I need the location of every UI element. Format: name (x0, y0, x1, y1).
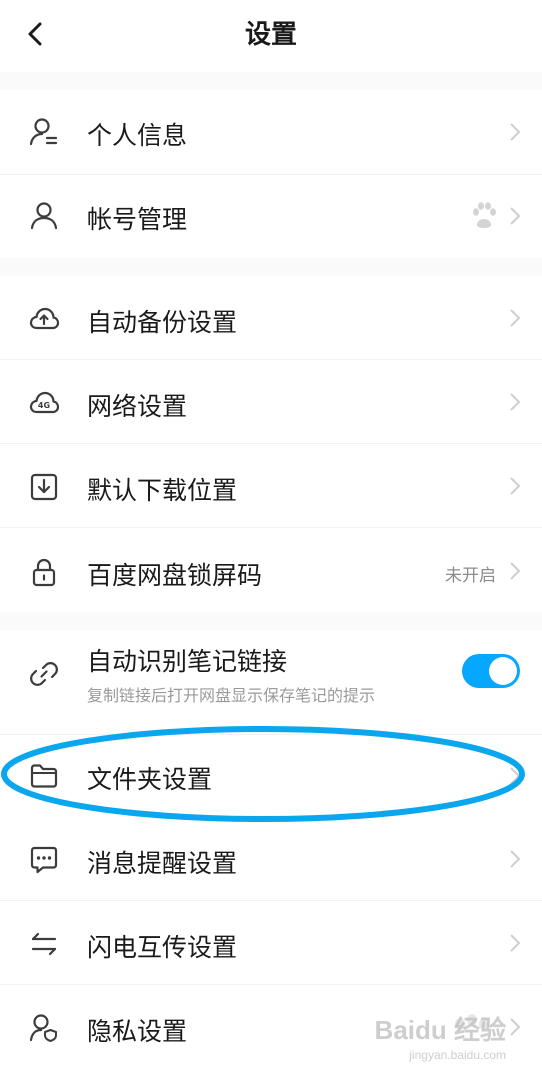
lock-screen-label: 百度网盘锁屏码 (87, 562, 263, 590)
auto-backup-label: 自动备份设置 (87, 309, 238, 337)
account-label: 帐号管理 (87, 206, 188, 234)
chevron-right-icon (510, 123, 521, 141)
link-icon (30, 662, 58, 686)
person-icon (30, 202, 58, 230)
download-location-row[interactable]: 默认下载位置 (0, 444, 542, 528)
chevron-right-icon (510, 393, 521, 411)
cloud-upload-icon (29, 307, 60, 330)
page-title: 设置 (244, 19, 297, 49)
privacy-label: 隐私设置 (87, 1018, 188, 1046)
toggle-knob (489, 657, 517, 685)
note-links-row: 自动识别笔记链接 复制链接后打开网盘显示保存笔记的提示 (0, 630, 542, 714)
auto-backup-row[interactable]: 自动备份设置 (0, 276, 542, 360)
chevron-right-icon (510, 934, 521, 952)
chevron-right-icon (510, 767, 521, 785)
lock-icon (32, 558, 56, 587)
chevron-right-icon (510, 309, 521, 327)
message-icon (30, 846, 58, 874)
lock-screen-row[interactable]: 百度网盘锁屏码 未开启 (0, 528, 542, 612)
messages-label: 消息提醒设置 (87, 850, 238, 878)
lock-screen-status: 未开启 (445, 566, 496, 585)
account-row[interactable]: 帐号管理 (0, 175, 542, 258)
flash-transfer-row[interactable]: 闪电互传设置 (0, 901, 542, 985)
svg-text:4G: 4G (38, 401, 50, 410)
personal-info-row[interactable]: 个人信息 (0, 90, 542, 175)
person-info-icon (29, 118, 58, 146)
cloud-4g-icon: 4G (29, 391, 60, 414)
personal-info-label: 个人信息 (87, 122, 188, 150)
transfer-arrows-icon (31, 932, 57, 956)
section-gap (0, 612, 542, 630)
chevron-right-icon (510, 850, 521, 868)
chevron-right-icon (510, 562, 521, 580)
download-icon (30, 473, 58, 501)
watermark-text: Baidu 经验 (374, 1015, 506, 1045)
folder-row[interactable]: 文件夹设置 (0, 734, 542, 818)
network-row[interactable]: 4G 网络设置 (0, 360, 542, 444)
section-gap (0, 258, 542, 276)
privacy-person-icon (29, 1014, 57, 1042)
watermark-subtext: jingyan.baidu.com (409, 1048, 506, 1062)
folder-icon (30, 764, 58, 788)
note-links-label: 自动识别笔记链接 (87, 648, 288, 676)
chevron-right-icon (510, 207, 521, 225)
header: 设置 (0, 0, 542, 72)
network-label: 网络设置 (87, 393, 188, 421)
flash-transfer-label: 闪电互传设置 (87, 934, 238, 962)
folder-label: 文件夹设置 (87, 766, 213, 794)
download-location-label: 默认下载位置 (87, 477, 238, 505)
messages-row[interactable]: 消息提醒设置 (0, 817, 542, 901)
chevron-right-icon (510, 477, 521, 495)
note-links-toggle[interactable] (462, 654, 520, 688)
section-gap (0, 72, 542, 90)
baidu-paw-icon (473, 202, 496, 228)
note-links-description: 复制链接后打开网盘显示保存笔记的提示 (87, 688, 376, 705)
